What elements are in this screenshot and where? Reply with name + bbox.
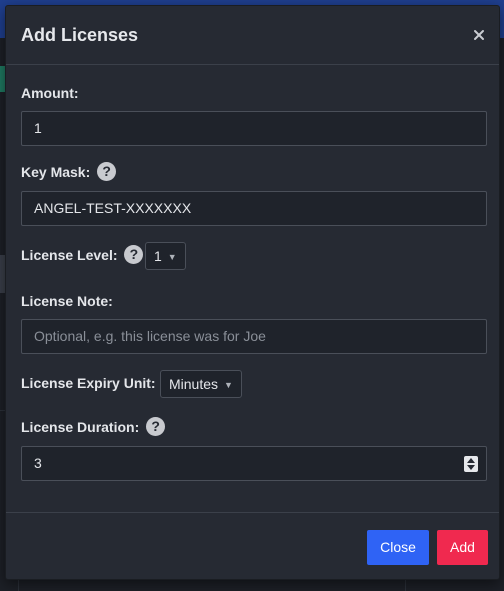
license-level-label-text: License Level: [21, 247, 118, 264]
close-button[interactable]: Close [367, 530, 429, 565]
stepper-down-icon[interactable] [467, 465, 475, 470]
license-level-value: 1 [154, 248, 162, 264]
chevron-down-icon: ▼ [224, 380, 233, 390]
amount-input[interactable]: 1 [21, 111, 487, 146]
license-expiry-unit-label-text: License Expiry Unit: [21, 375, 156, 391]
key-mask-label-text: Key Mask: [21, 164, 91, 181]
stepper-up-icon[interactable] [467, 458, 475, 463]
license-expiry-unit-label: License Expiry Unit: [21, 375, 156, 391]
license-duration-input[interactable]: 3 [21, 446, 487, 481]
amount-label-text: Amount: [21, 85, 79, 101]
background-divider [18, 580, 19, 591]
add-licenses-modal: Add Licenses Amount: 1 Key Mask: ? ANGEL… [5, 5, 500, 580]
amount-label: Amount: [21, 85, 79, 101]
modal-header: Add Licenses [6, 6, 499, 65]
close-icon[interactable] [471, 28, 487, 44]
license-level-label: License Level: ? [21, 245, 144, 266]
license-note-input[interactable]: Optional, e.g. this license was for Joe [21, 319, 487, 354]
license-expiry-unit-value: Minutes [169, 376, 219, 392]
license-duration-value: 3 [34, 455, 42, 471]
license-note-label: License Note: [21, 293, 113, 309]
license-duration-label: License Duration: ? [21, 417, 166, 438]
key-mask-input[interactable]: ANGEL-TEST-XXXXXXX [21, 191, 487, 226]
number-stepper-icon[interactable] [464, 456, 478, 472]
license-duration-label-text: License Duration: [21, 419, 140, 436]
question-circle-icon[interactable]: ? [146, 417, 166, 436]
modal-footer-divider [6, 512, 499, 513]
license-level-select[interactable]: 1 ▼ [145, 242, 186, 270]
license-note-label-text: License Note: [21, 293, 113, 309]
add-button[interactable]: Add [437, 530, 488, 565]
key-mask-label: Key Mask: ? [21, 162, 117, 183]
close-icon-glyph [474, 30, 484, 40]
license-expiry-unit-select[interactable]: Minutes ▼ [160, 370, 242, 398]
background-divider [405, 580, 406, 591]
modal-title: Add Licenses [21, 25, 139, 45]
question-circle-icon[interactable]: ? [97, 162, 117, 181]
chevron-down-icon: ▼ [167, 252, 177, 262]
question-circle-icon[interactable]: ? [124, 245, 144, 264]
